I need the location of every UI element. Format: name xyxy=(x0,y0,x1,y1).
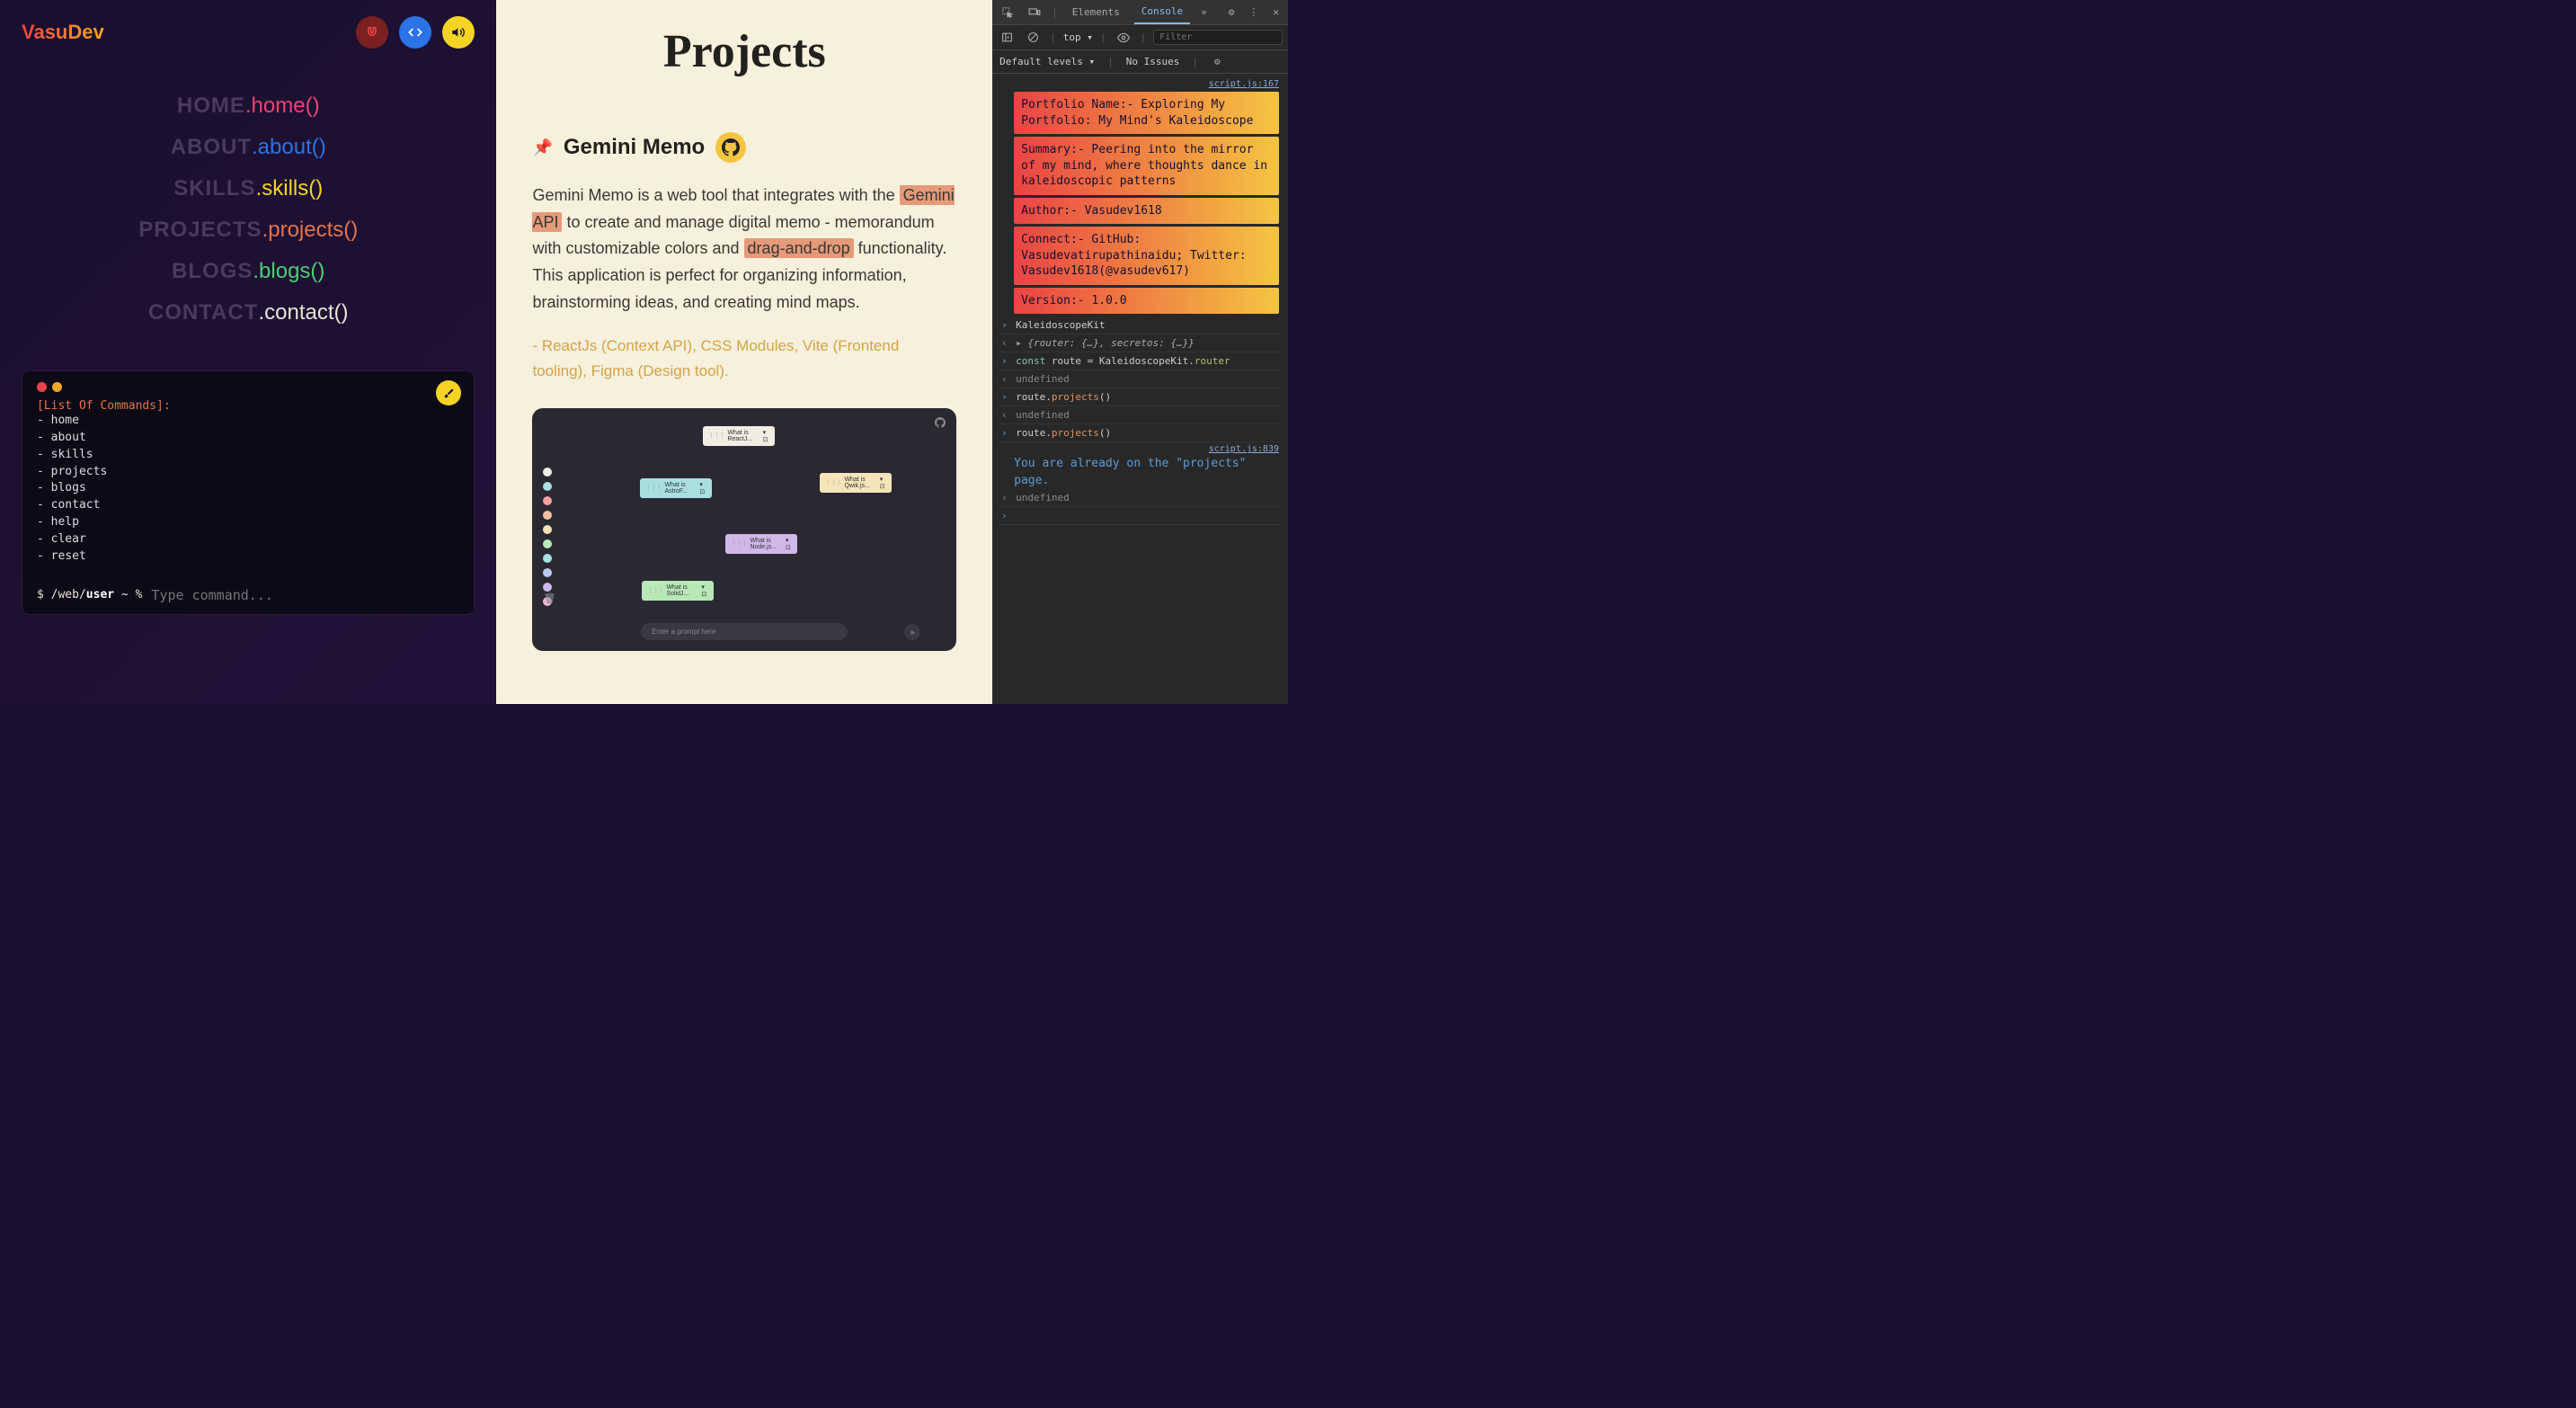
console-line: › KaleidoscopeKit xyxy=(998,316,1283,334)
color-palette xyxy=(543,468,552,606)
console-line: ‹ undefined xyxy=(998,370,1283,388)
context-selector[interactable]: top ▾ xyxy=(1063,31,1093,43)
project-preview: ⋮⋮⋮What is ReactJ...▾ ⊡ ⋮⋮⋮What is Astro… xyxy=(532,408,956,651)
color-dot[interactable] xyxy=(543,539,552,548)
tab-elements[interactable]: Elements xyxy=(1065,1,1127,23)
memo-card[interactable]: ⋮⋮⋮What is SolidJ...▾ ⊡ xyxy=(642,581,714,601)
nav-contact[interactable]: CONTACT.contact() xyxy=(148,300,349,325)
pin-icon: 📌 xyxy=(532,138,552,157)
terminal-command-list: - home - about - skills - projects - blo… xyxy=(37,413,459,566)
gear-icon[interactable]: ⚙ xyxy=(1225,6,1239,18)
tech-stack: - ReactJs (Context API), CSS Modules, Vi… xyxy=(532,334,956,382)
console-body: script.js:167 Portfolio Name:- Exploring… xyxy=(992,74,1288,704)
console-line: ‹ ▸ {router: {…}, secretos: {…}} xyxy=(998,334,1283,352)
console-log: Summary:- Peering into the mirror of my … xyxy=(1014,137,1279,195)
console-log: Portfolio Name:- Exploring My Portfolio:… xyxy=(1014,92,1279,134)
memo-card[interactable]: ⋮⋮⋮What is Qwik.js...▾ ⊡ xyxy=(820,473,892,493)
color-dot[interactable] xyxy=(543,568,552,577)
console-input-line[interactable]: › xyxy=(998,507,1283,525)
github-icon[interactable] xyxy=(935,417,946,428)
close-dot[interactable] xyxy=(37,382,47,392)
project-name: Gemini Memo xyxy=(564,135,705,160)
color-dot[interactable] xyxy=(543,583,552,592)
nav-list: HOME.home() ABOUT.about() SKILLS.skills(… xyxy=(22,94,475,325)
color-dot[interactable] xyxy=(543,511,552,520)
inspect-icon[interactable] xyxy=(998,6,1017,19)
console-line: ‹ undefined xyxy=(998,406,1283,424)
gear-icon[interactable]: ⚙ xyxy=(1211,56,1224,67)
highlight: drag-and-drop xyxy=(744,238,854,258)
logo[interactable]: VasuDev xyxy=(22,21,104,44)
console-line: ‹ undefined xyxy=(998,489,1283,507)
memo-card[interactable]: ⋮⋮⋮What is ReactJ...▾ ⊡ xyxy=(703,426,775,446)
device-icon[interactable] xyxy=(1025,6,1044,19)
devtools-panel: | Elements Console » ⚙ ⋮ ✕ | top ▾ | | D… xyxy=(992,0,1288,704)
sidebar-toggle-icon[interactable] xyxy=(998,31,1017,43)
github-icon[interactable] xyxy=(715,132,746,163)
levels-dropdown[interactable]: Default levels ▾ xyxy=(999,56,1095,67)
issues-label[interactable]: No Issues xyxy=(1126,56,1180,67)
project-header: 📌 Gemini Memo xyxy=(532,132,956,163)
code-icon[interactable] xyxy=(399,16,431,49)
eye-icon[interactable] xyxy=(1114,31,1133,44)
prompt-input[interactable]: Enter a prompt here xyxy=(641,623,848,640)
speaker-icon[interactable] xyxy=(442,16,475,49)
filter-input[interactable] xyxy=(1153,30,1283,45)
nav-blogs[interactable]: BLOGS.blogs() xyxy=(172,259,324,284)
color-dot[interactable] xyxy=(543,468,552,477)
nav-projects[interactable]: PROJECTS.projects() xyxy=(138,218,358,243)
magnet-icon[interactable] xyxy=(356,16,388,49)
send-icon[interactable]: » xyxy=(904,624,920,640)
kebab-icon[interactable]: ⋮ xyxy=(1245,6,1262,18)
console-message: You are already on the "projects" page. xyxy=(1014,456,1283,488)
source-link[interactable]: script.js:167 xyxy=(1001,79,1279,89)
console-line: › route.projects() xyxy=(998,424,1283,442)
left-sidebar: VasuDev HOME.home() ABOUT.about() SKILLS… xyxy=(0,0,496,704)
tab-console[interactable]: Console xyxy=(1134,0,1190,24)
page-title: Projects xyxy=(532,25,956,78)
devtools-tabs: | Elements Console » ⚙ ⋮ ✕ xyxy=(992,0,1288,25)
console-log: Version:- 1.0.0 xyxy=(1014,288,1279,315)
terminal: [List Of Commands]: - home - about - ski… xyxy=(22,370,475,615)
terminal-input[interactable] xyxy=(151,587,459,603)
prompt-label: $ /web/user ~ % xyxy=(37,588,142,602)
project-description: Gemini Memo is a web tool that integrate… xyxy=(532,183,956,316)
minimize-dot[interactable] xyxy=(52,382,62,392)
close-icon[interactable]: ✕ xyxy=(1269,6,1283,18)
console-toolbar: | top ▾ | | xyxy=(992,25,1288,50)
nav-home[interactable]: HOME.home() xyxy=(177,94,320,119)
terminal-prompt: $ /web/user ~ % xyxy=(37,587,459,603)
trash-icon[interactable]: 🗑 xyxy=(543,593,555,604)
console-log: Connect:- GitHub: Vasudevatirupathinaidu… xyxy=(1014,227,1279,285)
nav-skills[interactable]: SKILLS.skills() xyxy=(173,176,323,201)
color-dot[interactable] xyxy=(543,525,552,534)
console-line: › const route = KaleidoscopeKit.router xyxy=(998,352,1283,370)
header-icons xyxy=(356,16,475,49)
source-link[interactable]: script.js:839 xyxy=(1001,444,1279,454)
color-dot[interactable] xyxy=(543,482,552,491)
clear-console-icon[interactable] xyxy=(1024,31,1043,43)
console-line: › route.projects() xyxy=(998,388,1283,406)
color-dot[interactable] xyxy=(543,496,552,505)
memo-card[interactable]: ⋮⋮⋮What is AstroF...▾ ⊡ xyxy=(640,478,712,498)
nav-about[interactable]: ABOUT.about() xyxy=(171,135,326,160)
color-dot[interactable] xyxy=(543,554,552,563)
more-tabs-icon[interactable]: » xyxy=(1197,6,1211,18)
console-log: Author:- Vasudev1618 xyxy=(1014,198,1279,225)
terminal-title: [List Of Commands]: xyxy=(37,399,459,413)
content-panel: Projects 📌 Gemini Memo Gemini Memo is a … xyxy=(496,0,992,704)
header: VasuDev xyxy=(22,16,475,49)
memo-card[interactable]: ⋮⋮⋮What is Node.js...▾ ⊡ xyxy=(725,534,797,554)
terminal-controls xyxy=(37,382,459,392)
console-settings-row: Default levels ▾ | No Issues | ⚙ xyxy=(992,50,1288,74)
